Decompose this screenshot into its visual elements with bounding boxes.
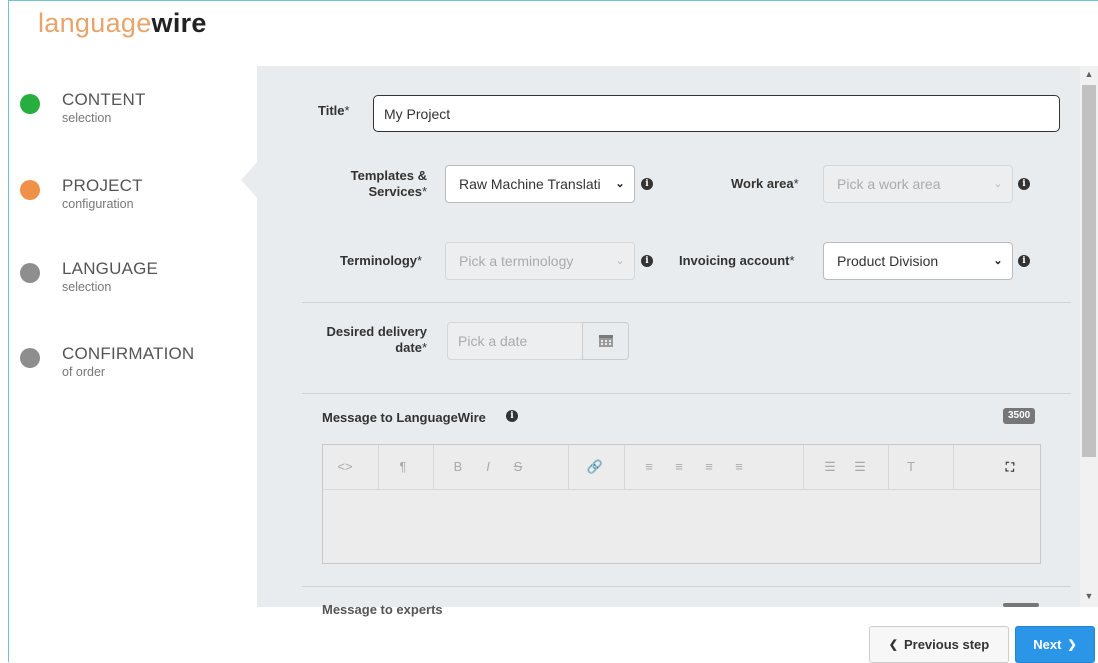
step-title: LANGUAGE: [62, 259, 159, 278]
terminology-info-icon[interactable]: i: [641, 255, 653, 267]
invoicing-info-icon[interactable]: i: [1018, 255, 1030, 267]
templates-info-icon[interactable]: i: [641, 178, 653, 190]
italic-icon[interactable]: I: [478, 458, 498, 476]
toolbar-divider: [803, 445, 804, 489]
align-center-icon[interactable]: ≡: [669, 458, 689, 476]
title-input[interactable]: My Project: [373, 95, 1060, 132]
toolbar-divider: [568, 445, 569, 489]
toolbar-divider: [378, 445, 379, 489]
paragraph-icon[interactable]: ¶: [393, 458, 413, 476]
section-divider: [302, 393, 1071, 394]
next-button[interactable]: Next ❯: [1015, 626, 1095, 663]
step-content[interactable]: CONTENT selection: [20, 90, 250, 130]
terminology-select[interactable]: Pick a terminology ⌄: [445, 242, 635, 280]
numbered-list-icon[interactable]: ☰: [850, 458, 870, 476]
work-area-info-icon[interactable]: i: [1018, 178, 1030, 190]
chevron-left-icon: ❮: [888, 639, 898, 651]
char-count-badge: [1003, 603, 1039, 607]
step-subtitle: configuration: [62, 197, 134, 211]
chevron-down-icon: ⌄: [615, 178, 625, 190]
toolbar-divider: [624, 445, 625, 489]
step-subtitle: selection: [62, 111, 112, 125]
step-status-dot: [20, 180, 40, 200]
section-divider: [302, 586, 1071, 587]
step-status-dot: [20, 94, 40, 114]
calendar-icon: [599, 335, 613, 347]
bulleted-list-icon[interactable]: ☰: [820, 458, 840, 476]
window-frame-top: [8, 0, 1098, 1]
align-left-icon[interactable]: ≡: [639, 458, 659, 476]
step-title: PROJECT: [62, 176, 143, 195]
step-status-dot: [20, 263, 40, 283]
justify-icon[interactable]: ≡: [729, 458, 749, 476]
templates-select[interactable]: Raw Machine Translati ⌄: [445, 165, 635, 203]
step-language[interactable]: LANGUAGE selection: [20, 259, 250, 299]
source-code-icon[interactable]: <>: [335, 458, 355, 476]
window-frame-left: [8, 0, 9, 662]
message-languagewire-info-icon[interactable]: i: [506, 410, 518, 422]
chevron-down-icon: ⌄: [615, 255, 625, 267]
invoicing-label: Invoicing account*: [679, 253, 795, 268]
step-project[interactable]: PROJECT configuration: [20, 176, 250, 216]
step-title: CONFIRMATION: [62, 344, 195, 363]
scroll-up-icon[interactable]: ▲: [1080, 66, 1098, 82]
step-title: CONTENT: [62, 90, 146, 109]
toolbar-divider: [888, 445, 889, 489]
current-step-pointer: [241, 161, 258, 199]
languagewire-logo: languagewire: [38, 8, 207, 38]
chevron-right-icon: ❯: [1067, 639, 1077, 651]
delivery-date-input[interactable]: Pick a date: [447, 322, 583, 360]
toolbar-divider: [433, 445, 434, 489]
link-icon[interactable]: 🔗: [585, 458, 605, 476]
form-scrollbar[interactable]: ▲ ▼: [1080, 66, 1098, 607]
invoicing-select[interactable]: Product Division ⌄: [823, 242, 1013, 280]
align-right-icon[interactable]: ≡: [699, 458, 719, 476]
fullscreen-icon[interactable]: ⛶: [1000, 458, 1020, 476]
step-status-dot: [20, 348, 40, 368]
bold-icon[interactable]: B: [448, 458, 468, 476]
scroll-down-icon[interactable]: ▼: [1080, 588, 1098, 604]
title-label: Title*: [318, 103, 350, 118]
editor-toolbar: <> ¶ B I S 🔗 ≡ ≡ ≡ ≡ ☰ ☰ T ⛶: [323, 445, 1040, 490]
delivery-date-label: Desired delivery date*: [326, 324, 427, 355]
message-experts-label: Message to experts: [322, 602, 443, 617]
previous-step-button[interactable]: ❮ Previous step: [869, 626, 1009, 663]
terminology-label: Terminology*: [340, 253, 423, 268]
toolbar-divider: [953, 445, 954, 489]
chevron-down-icon: ⌄: [993, 255, 1003, 267]
step-confirmation[interactable]: CONFIRMATION of order: [20, 344, 250, 384]
templates-label: Templates & Services*: [350, 168, 427, 199]
char-count-badge: 3500: [1003, 408, 1036, 424]
section-divider: [302, 302, 1071, 303]
chevron-down-icon: ⌄: [993, 178, 1003, 190]
clear-format-icon[interactable]: T: [901, 458, 921, 476]
work-area-label: Work area*: [731, 176, 799, 191]
scrollbar-thumb[interactable]: [1082, 85, 1096, 457]
message-editor[interactable]: <> ¶ B I S 🔗 ≡ ≡ ≡ ≡ ☰ ☰ T ⛶: [322, 444, 1041, 564]
message-languagewire-label: Message to LanguageWire: [322, 410, 486, 425]
date-picker-button[interactable]: [582, 322, 629, 360]
step-subtitle: selection: [62, 280, 112, 294]
work-area-select[interactable]: Pick a work area ⌄: [823, 165, 1013, 203]
strikethrough-icon[interactable]: S: [508, 458, 528, 476]
step-subtitle: of order: [62, 365, 106, 379]
